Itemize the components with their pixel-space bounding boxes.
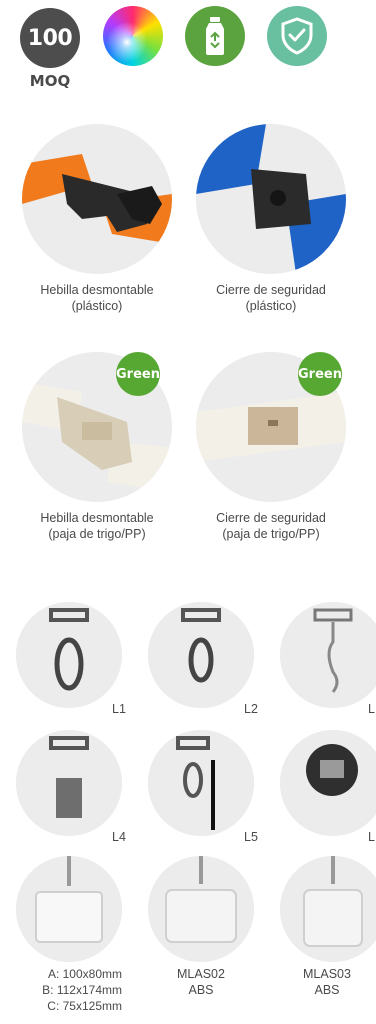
hook-code-l6: L [368, 830, 375, 844]
hook-code-l1: L1 [112, 702, 126, 716]
holder-a-photo [16, 856, 122, 962]
hook-l5-photo [148, 730, 254, 836]
moq-badge: 100 [20, 8, 80, 68]
buckle-caption-3: Hebilla desmontable (paja de trigo/PP) [40, 511, 154, 541]
safety-breakaway-plastic-photo [196, 124, 346, 274]
hook-l6-photo [280, 730, 376, 836]
holder-mlas02-photo [148, 856, 254, 962]
green-badge: Green [116, 352, 160, 396]
green-badge-2: Green [298, 352, 342, 396]
shield-check-icon [267, 6, 327, 66]
holder-mlas03-caption: MLAS03 ABS [303, 967, 351, 997]
holder-mlas02-caption: MLAS02 ABS [177, 967, 225, 997]
hook-l4-photo [16, 730, 122, 836]
hook-code-l4: L4 [112, 830, 126, 844]
hook-l3-photo [280, 602, 376, 708]
full-color-print-icon [103, 6, 163, 66]
buckle-caption-1: Hebilla desmontable (plástico) [40, 283, 154, 313]
holder-mlas03-photo [280, 856, 376, 962]
buckle-caption-4: Cierre de seguridad (paja de trigo/PP) [216, 511, 326, 541]
moq-label: MOQ [29, 72, 71, 90]
hook-code-l3: L [368, 702, 375, 716]
hook-code-l2: L2 [244, 702, 258, 716]
hook-l1-photo [16, 602, 122, 708]
buckle-caption-2: Cierre de seguridad (plástico) [216, 283, 326, 313]
hook-l2-photo [148, 602, 254, 708]
holder-a-caption: A: 100x80mm B: 112x174mm C: 75x125mm [42, 967, 122, 1013]
moq-number: 100 [27, 25, 73, 51]
hook-code-l5: L5 [244, 830, 258, 844]
buckle-plastic-photo [22, 124, 172, 274]
recycled-bottle-icon [185, 6, 245, 66]
